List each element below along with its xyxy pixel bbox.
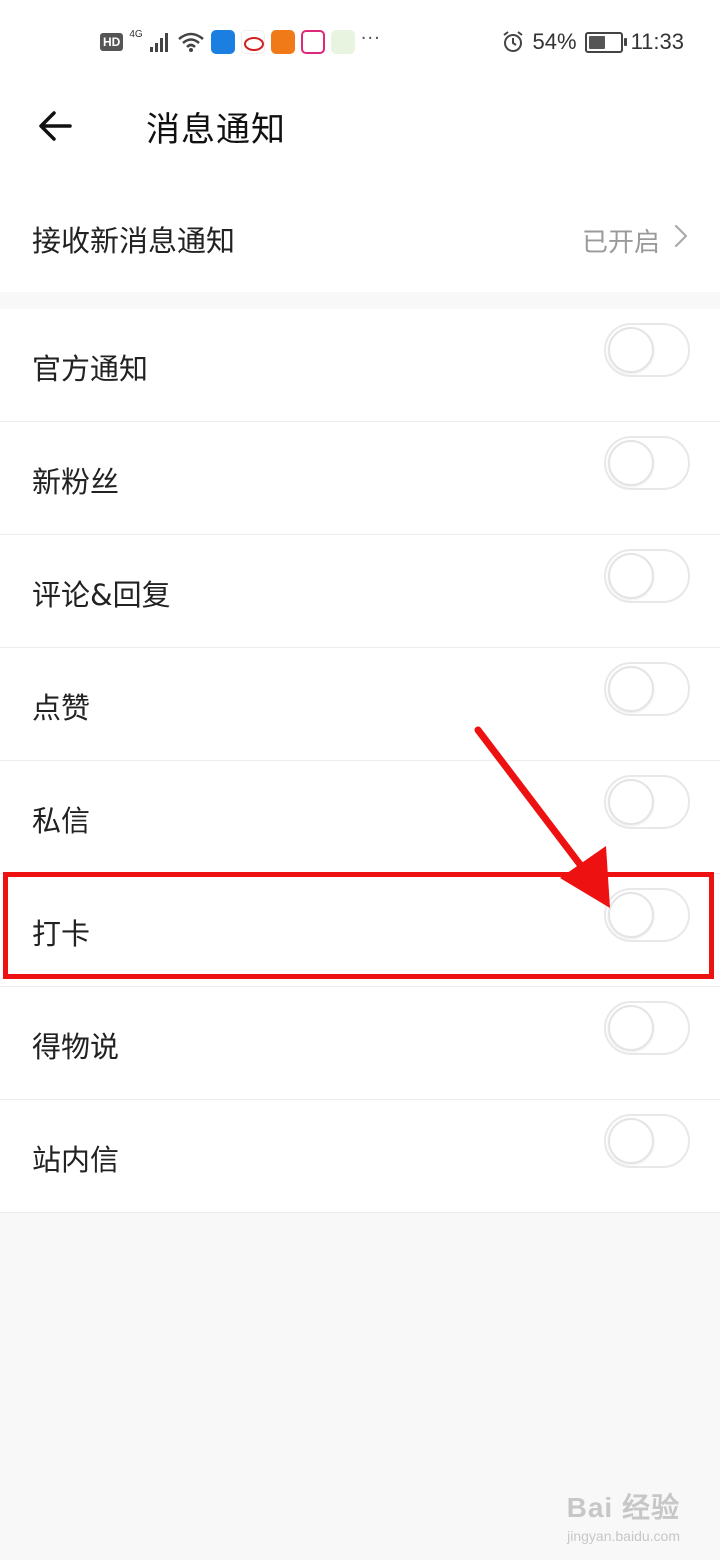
list-item: 评论&回复 <box>0 535 720 648</box>
battery-percent: 54% <box>532 29 577 54</box>
toggle-knob <box>608 327 654 373</box>
chevron-right-icon <box>674 224 688 248</box>
list-item-label: 官方通知 <box>32 352 149 386</box>
hd-badge: HD <box>100 33 124 51</box>
toggle-switch[interactable] <box>604 662 690 716</box>
baidu-jingyan-watermark: Bai 经验 jingyan.baidu.com <box>567 1486 680 1544</box>
watermark-sub: jingyan.baidu.com <box>567 1528 680 1544</box>
toggle-switch[interactable] <box>604 549 690 603</box>
shield-app-icon <box>210 30 235 54</box>
signal-icon <box>149 33 168 52</box>
toggle-knob <box>608 666 654 712</box>
status-bar-right: 54% 11:33 <box>501 27 684 57</box>
receive-notifications-status: 已开启 <box>581 228 660 258</box>
battery-icon <box>584 31 627 53</box>
alarm-icon <box>502 31 523 52</box>
toggle-switch[interactable] <box>604 1114 690 1168</box>
list-item-label: 私信 <box>32 804 91 838</box>
toggle-knob <box>608 440 654 486</box>
wifi-icon <box>177 32 204 52</box>
toggle-knob <box>608 553 654 599</box>
toggle-switch[interactable] <box>604 323 690 377</box>
battery-level <box>588 35 605 49</box>
back-button[interactable] <box>34 104 78 148</box>
toggle-knob <box>608 1118 654 1164</box>
list-item-label: 点赞 <box>32 691 91 725</box>
list-item-label: 新粉丝 <box>32 465 120 499</box>
annotation-arrow <box>474 726 610 908</box>
status-bar: HD 4G ··· 54% 11:33 <box>0 0 720 84</box>
list-item: 新粉丝 <box>0 422 720 535</box>
list-item-label: 评论&回复 <box>32 578 171 612</box>
uc-browser-app-icon <box>270 30 295 54</box>
list-item: 官方通知 <box>0 309 720 422</box>
video-app-icon <box>300 30 325 54</box>
more-notifications-icon: ··· <box>360 27 381 49</box>
list-item-label: 得物说 <box>32 1030 120 1064</box>
toggle-switch[interactable] <box>604 1001 690 1055</box>
toggle-switch[interactable] <box>604 436 690 490</box>
list-item: 站内信 <box>0 1100 720 1213</box>
page-title: 消息通知 <box>146 110 286 150</box>
receive-notifications-row[interactable]: 接收新消息通知 已开启 <box>0 184 720 292</box>
network-type: 4G <box>129 28 143 40</box>
clock: 11:33 <box>630 29 684 54</box>
page-header: 消息通知 <box>0 84 720 184</box>
list-item: 得物说 <box>0 987 720 1100</box>
watermark-main: Bai 经验 <box>566 1492 680 1523</box>
list-item-label: 站内信 <box>32 1143 120 1177</box>
status-bar-left: HD 4G ··· <box>100 26 381 58</box>
sina-app-icon <box>240 30 265 54</box>
arrow-left-icon <box>39 111 72 141</box>
receive-notifications-label: 接收新消息通知 <box>32 224 236 258</box>
toggle-knob <box>608 1005 654 1051</box>
game-app-icon <box>330 30 355 54</box>
